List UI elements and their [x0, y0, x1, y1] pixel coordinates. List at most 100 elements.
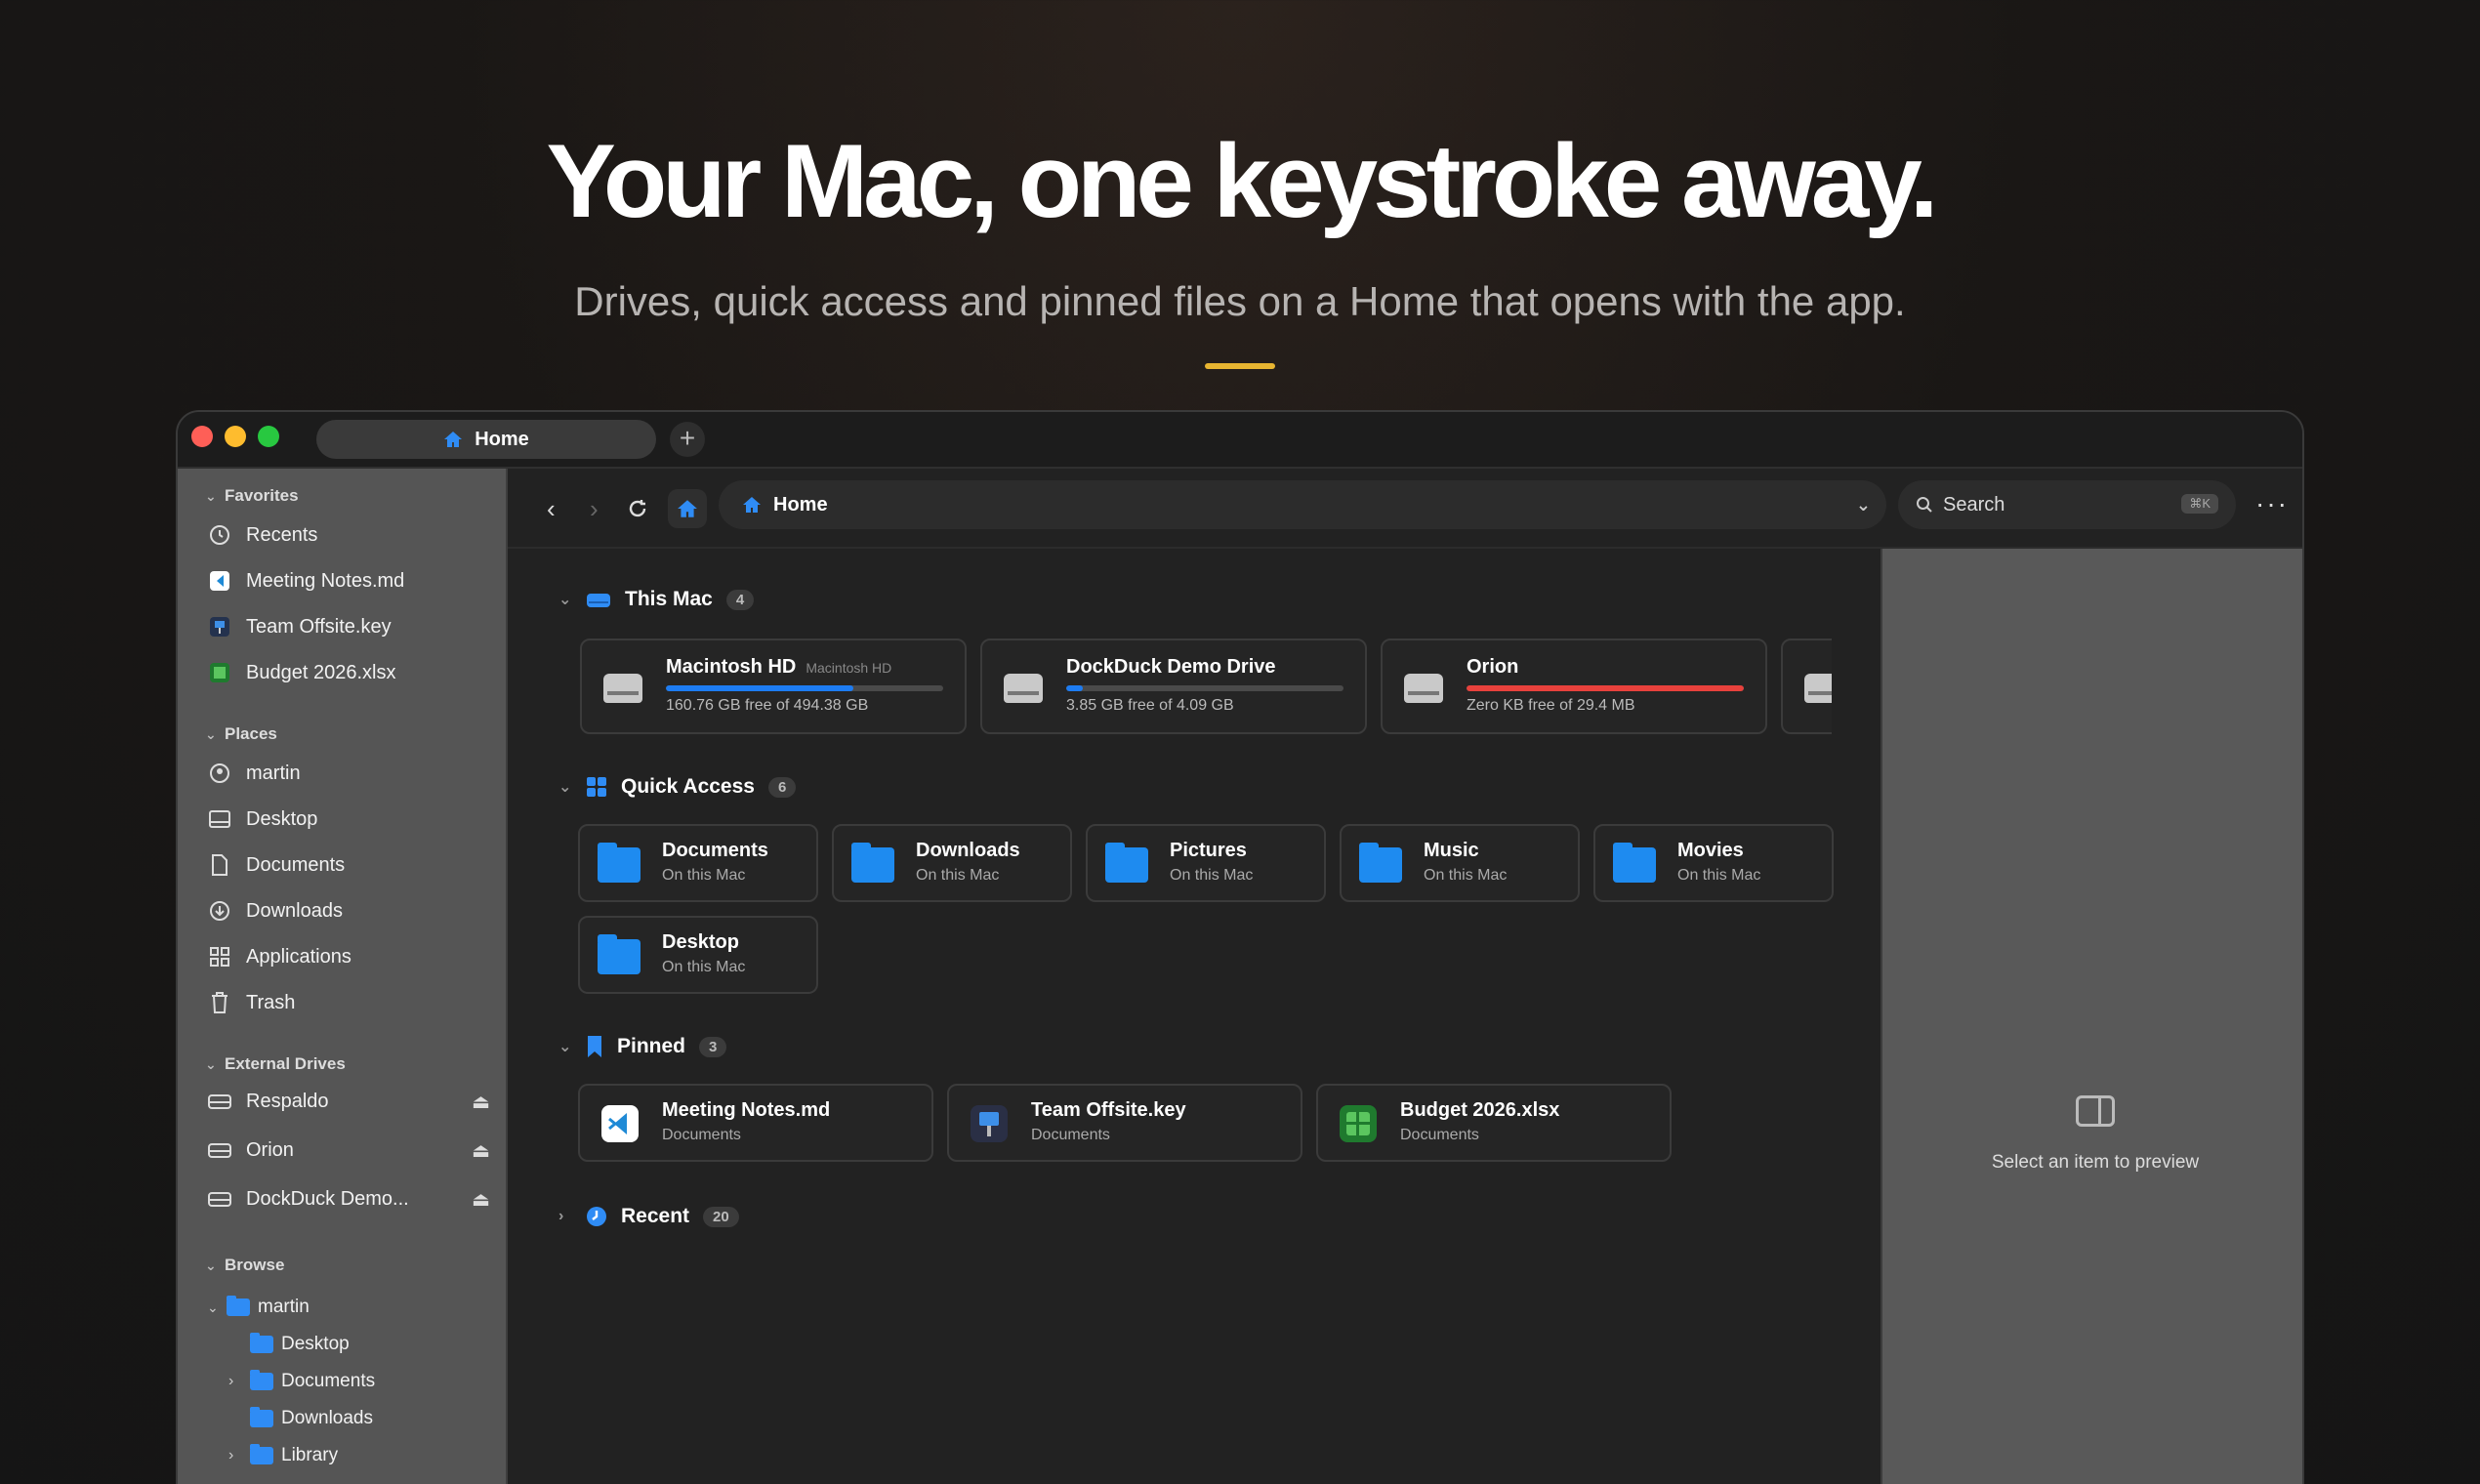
- sidebar-item-budget[interactable]: Budget 2026.xlsx: [207, 655, 490, 690]
- sidebar-item-documents[interactable]: Documents: [207, 847, 490, 883]
- section-this-mac[interactable]: ⌄ This Mac 4: [558, 588, 755, 611]
- chevron-right-icon: ›: [558, 1208, 564, 1224]
- drive-usage-bar: [1467, 685, 1744, 691]
- trash-icon: [207, 990, 232, 1015]
- sidebar-item-applications[interactable]: Applications: [207, 939, 490, 974]
- folder-icon: [250, 1333, 273, 1353]
- item-name: Movies: [1677, 840, 1744, 861]
- drive-info: 160.76 GB free of 494.38 GB: [666, 697, 869, 714]
- sidebar-item-orion[interactable]: Orion ⏏: [207, 1133, 490, 1168]
- forward-icon[interactable]: ›: [590, 494, 599, 524]
- home-button[interactable]: [668, 489, 707, 528]
- pinned-budget[interactable]: Budget 2026.xlsx Documents: [1316, 1084, 1672, 1162]
- sidebar-item-team-offsite[interactable]: Team Offsite.key: [207, 609, 490, 644]
- folder-icon: [1613, 843, 1656, 883]
- clock-icon: [207, 522, 232, 548]
- item-location: On this Mac: [662, 959, 746, 975]
- pinned-team-offsite[interactable]: Team Offsite.key Documents: [947, 1084, 1302, 1162]
- item-location: Documents: [1031, 1127, 1110, 1143]
- drive-name: Orion: [1467, 656, 1519, 678]
- tab-label: Home: [475, 428, 529, 450]
- quick-access-music[interactable]: Music On this Mac: [1340, 824, 1580, 902]
- section-quick-access[interactable]: ⌄ Quick Access 6: [558, 775, 797, 799]
- browse-root-martin[interactable]: ⌄ martin: [207, 1296, 310, 1318]
- chevron-down-icon: ⌄: [205, 488, 217, 504]
- quick-access-desktop[interactable]: Desktop On this Mac: [578, 916, 818, 994]
- sidebar-item-downloads[interactable]: Downloads: [207, 893, 490, 928]
- document-icon: [207, 852, 232, 878]
- drive-usage-fill: [1066, 685, 1084, 691]
- chevron-down-icon: ⌄: [205, 726, 217, 742]
- minimize-window-button[interactable]: [225, 426, 246, 447]
- drive-icon: [587, 594, 610, 607]
- vscode-icon: [601, 1105, 639, 1142]
- browse-item-library[interactable]: › Library: [228, 1444, 338, 1466]
- sidebar-item-recents[interactable]: Recents: [207, 517, 490, 553]
- keynote-icon: [971, 1105, 1008, 1142]
- drive-usage-bar: [666, 685, 943, 691]
- folder-icon: [851, 843, 894, 883]
- item-location: On this Mac: [1677, 867, 1761, 884]
- clock-icon: [587, 1207, 606, 1226]
- browse-item-documents[interactable]: › Documents: [228, 1370, 375, 1392]
- item-name: Documents: [662, 840, 768, 861]
- chevron-right-icon: ›: [228, 1373, 234, 1389]
- drive-icon: [207, 1186, 232, 1212]
- sidebar-item-desktop[interactable]: Desktop: [207, 802, 490, 837]
- drive-card-orion[interactable]: Orion Zero KB free of 29.4 MB: [1381, 639, 1767, 734]
- folder-icon: [250, 1444, 273, 1464]
- section-pinned[interactable]: ⌄ Pinned 3: [558, 1035, 727, 1058]
- home-icon: [444, 432, 463, 447]
- browse-header[interactable]: ⌄ Browse: [205, 1256, 284, 1275]
- close-window-button[interactable]: [191, 426, 213, 447]
- eject-icon[interactable]: ⏏: [472, 1090, 490, 1114]
- drive-card-dockduck[interactable]: DockDuck Demo Drive 3.85 GB free of 4.09…: [980, 639, 1367, 734]
- sidebar-item-martin[interactable]: martin: [207, 756, 490, 791]
- refresh-icon[interactable]: [627, 496, 648, 526]
- hero-divider: [1205, 363, 1275, 369]
- tab-home[interactable]: Home: [316, 420, 656, 459]
- drive-card-macintosh-hd[interactable]: Macintosh HD Macintosh HD 160.76 GB free …: [580, 639, 967, 734]
- chevron-down-icon: ⌄: [558, 779, 572, 796]
- new-tab-button[interactable]: +: [670, 422, 705, 457]
- chevron-down-icon: ⌄: [207, 1298, 219, 1315]
- count-badge: 20: [703, 1206, 739, 1227]
- back-icon[interactable]: ‹: [547, 494, 556, 524]
- grid-icon: [587, 777, 606, 797]
- path-bar[interactable]: Home ⌄: [719, 480, 1886, 529]
- eject-icon[interactable]: ⏏: [472, 1187, 490, 1212]
- chevron-down-icon: ⌄: [558, 592, 572, 608]
- eject-icon[interactable]: ⏏: [472, 1138, 490, 1163]
- keynote-icon: [207, 614, 232, 639]
- sidebar-item-respaldo[interactable]: Respaldo ⏏: [207, 1084, 490, 1119]
- pinned-meeting-notes[interactable]: Meeting Notes.md Documents: [578, 1084, 933, 1162]
- chevron-down-icon[interactable]: ⌄: [1856, 495, 1871, 515]
- favorites-header[interactable]: ⌄ Favorites: [205, 486, 299, 506]
- folder-icon: [1359, 843, 1402, 883]
- sidebar-item-meeting-notes[interactable]: Meeting Notes.md: [207, 563, 490, 598]
- search-input[interactable]: Search ⌘K: [1898, 480, 2236, 529]
- chevron-right-icon: ›: [228, 1447, 234, 1463]
- quick-access-downloads[interactable]: Downloads On this Mac: [832, 824, 1072, 902]
- sidebar-item-trash[interactable]: Trash: [207, 985, 490, 1020]
- more-icon[interactable]: ···: [2255, 488, 2289, 519]
- download-icon: [207, 898, 232, 924]
- hero: Your Mac, one keystroke away. Drives, qu…: [0, 0, 2480, 369]
- folder-icon: [227, 1296, 250, 1316]
- sidebar-item-dockduck[interactable]: DockDuck Demo... ⏏: [207, 1181, 490, 1216]
- quick-access-documents[interactable]: Documents On this Mac: [578, 824, 818, 902]
- item-name: Downloads: [916, 840, 1020, 861]
- browse-item-desktop[interactable]: Desktop: [250, 1333, 350, 1355]
- external-drives-header[interactable]: ⌄ External Drives: [205, 1054, 346, 1074]
- places-header[interactable]: ⌄ Places: [205, 724, 277, 744]
- section-recent[interactable]: › Recent 20: [558, 1205, 739, 1228]
- zoom-window-button[interactable]: [258, 426, 279, 447]
- sidebar: ⌄ Favorites Recents Meeting Notes.md Team…: [178, 469, 508, 1484]
- quick-access-movies[interactable]: Movies On this Mac: [1593, 824, 1834, 902]
- quick-access-pictures[interactable]: Pictures On this Mac: [1086, 824, 1326, 902]
- item-location: On this Mac: [1424, 867, 1508, 884]
- item-location: Documents: [1400, 1127, 1479, 1143]
- drive-usage-fill: [1467, 685, 1744, 691]
- browse-item-downloads[interactable]: Downloads: [250, 1407, 373, 1429]
- item-name: Music: [1424, 840, 1479, 861]
